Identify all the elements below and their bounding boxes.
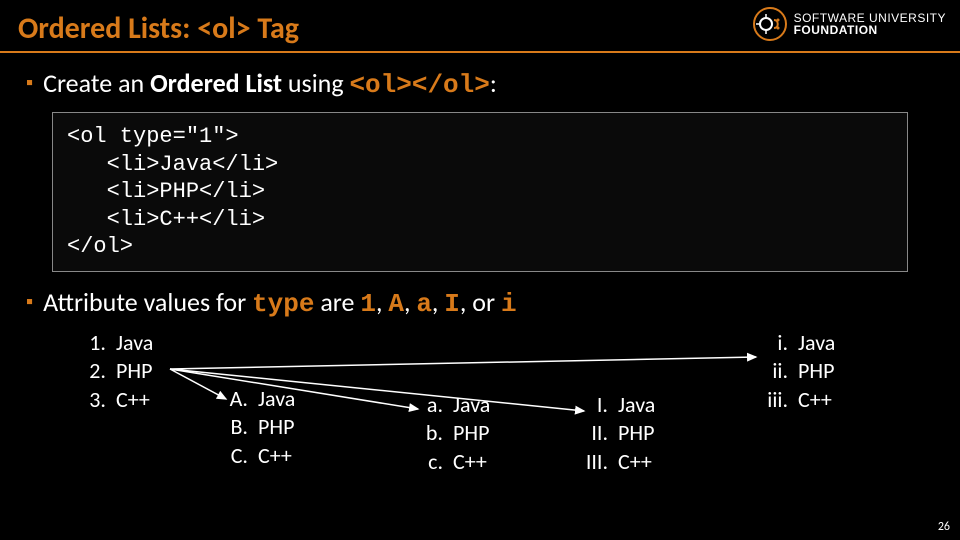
marker: i. bbox=[760, 329, 788, 358]
item: Java bbox=[618, 391, 655, 420]
marker: b. bbox=[415, 419, 443, 448]
bullet-1-text: Create an Ordered List using <ol></ol>: bbox=[43, 67, 497, 100]
code-line: <li>PHP</li> bbox=[67, 179, 265, 204]
bullet-2: ▪ Attribute values for type are 1, A, a,… bbox=[0, 282, 960, 323]
example-lower-alpha: a. Java b. PHP c. C++ bbox=[415, 391, 490, 477]
marker: c. bbox=[415, 448, 443, 477]
item: C++ bbox=[258, 442, 292, 471]
bullet-1: ▪ Create an Ordered List using <ol></ol>… bbox=[0, 63, 960, 104]
code-inline: a bbox=[416, 289, 432, 319]
code-inline: type bbox=[252, 289, 314, 319]
example-upper-roman: I. Java II. PHP III. C++ bbox=[580, 391, 655, 477]
item: Java bbox=[116, 329, 153, 358]
marker: B. bbox=[220, 413, 248, 442]
text: : bbox=[490, 67, 497, 99]
marker: I. bbox=[580, 391, 608, 420]
text: using bbox=[282, 67, 349, 99]
item: Java bbox=[798, 329, 835, 358]
code-line: </ol> bbox=[67, 234, 133, 259]
brand-line-2: FOUNDATION bbox=[794, 24, 946, 36]
code-inline: <ol></ol> bbox=[349, 70, 489, 100]
marker: A. bbox=[220, 385, 248, 414]
example-upper-alpha: A. Java B. PHP C. C++ bbox=[220, 385, 295, 471]
item: PHP bbox=[618, 419, 654, 448]
item: PHP bbox=[116, 357, 152, 386]
item: Java bbox=[453, 391, 490, 420]
item: Java bbox=[258, 385, 295, 414]
bullet-icon: ▪ bbox=[26, 67, 33, 99]
marker: C. bbox=[220, 442, 248, 471]
marker: III. bbox=[580, 448, 608, 477]
text: , or bbox=[460, 286, 501, 318]
item: PHP bbox=[258, 413, 294, 442]
lightbulb-gear-icon bbox=[752, 6, 788, 42]
text: , bbox=[432, 286, 444, 318]
text: , bbox=[404, 286, 416, 318]
marker: 3. bbox=[78, 386, 106, 415]
title-divider bbox=[0, 51, 960, 53]
brand-logo: SOFTWARE UNIVERSITY FOUNDATION bbox=[752, 6, 946, 42]
code-inline: 1 bbox=[360, 289, 376, 319]
code-inline: I bbox=[444, 289, 460, 319]
item: C++ bbox=[798, 386, 832, 415]
marker: II. bbox=[580, 419, 608, 448]
marker: a. bbox=[415, 391, 443, 420]
marker: iii. bbox=[760, 386, 788, 415]
code-inline: A bbox=[388, 289, 404, 319]
bullet-icon: ▪ bbox=[26, 286, 33, 318]
item: C++ bbox=[453, 448, 487, 477]
text-bold: Ordered List bbox=[150, 67, 282, 99]
brand-text: SOFTWARE UNIVERSITY FOUNDATION bbox=[794, 12, 946, 36]
code-line: <li>Java</li> bbox=[67, 152, 278, 177]
item: C++ bbox=[618, 448, 652, 477]
item: PHP bbox=[453, 419, 489, 448]
examples-area: 1. Java 2. PHP 3. C++ A. Java B. PHP C. C++ a.… bbox=[0, 329, 960, 529]
code-block: <ol type="1"> <li>Java</li> <li>PHP</li>… bbox=[52, 112, 908, 272]
marker: ii. bbox=[760, 357, 788, 386]
page-number: 26 bbox=[938, 520, 950, 534]
code-line: <ol type="1"> bbox=[67, 124, 239, 149]
text: are bbox=[314, 286, 360, 318]
item: C++ bbox=[116, 386, 150, 415]
text: , bbox=[376, 286, 388, 318]
item: PHP bbox=[798, 357, 834, 386]
example-numeric: 1. Java 2. PHP 3. C++ bbox=[78, 329, 153, 415]
code-line: <li>C++</li> bbox=[67, 207, 265, 232]
text: Attribute values for bbox=[43, 286, 252, 318]
marker: 2. bbox=[78, 357, 106, 386]
marker: 1. bbox=[78, 329, 106, 358]
example-lower-roman: i. Java ii. PHP iii. C++ bbox=[760, 329, 835, 415]
bullet-2-text: Attribute values for type are 1, A, a, I… bbox=[43, 286, 516, 319]
text: Create an bbox=[43, 67, 150, 99]
code-inline: i bbox=[501, 289, 517, 319]
